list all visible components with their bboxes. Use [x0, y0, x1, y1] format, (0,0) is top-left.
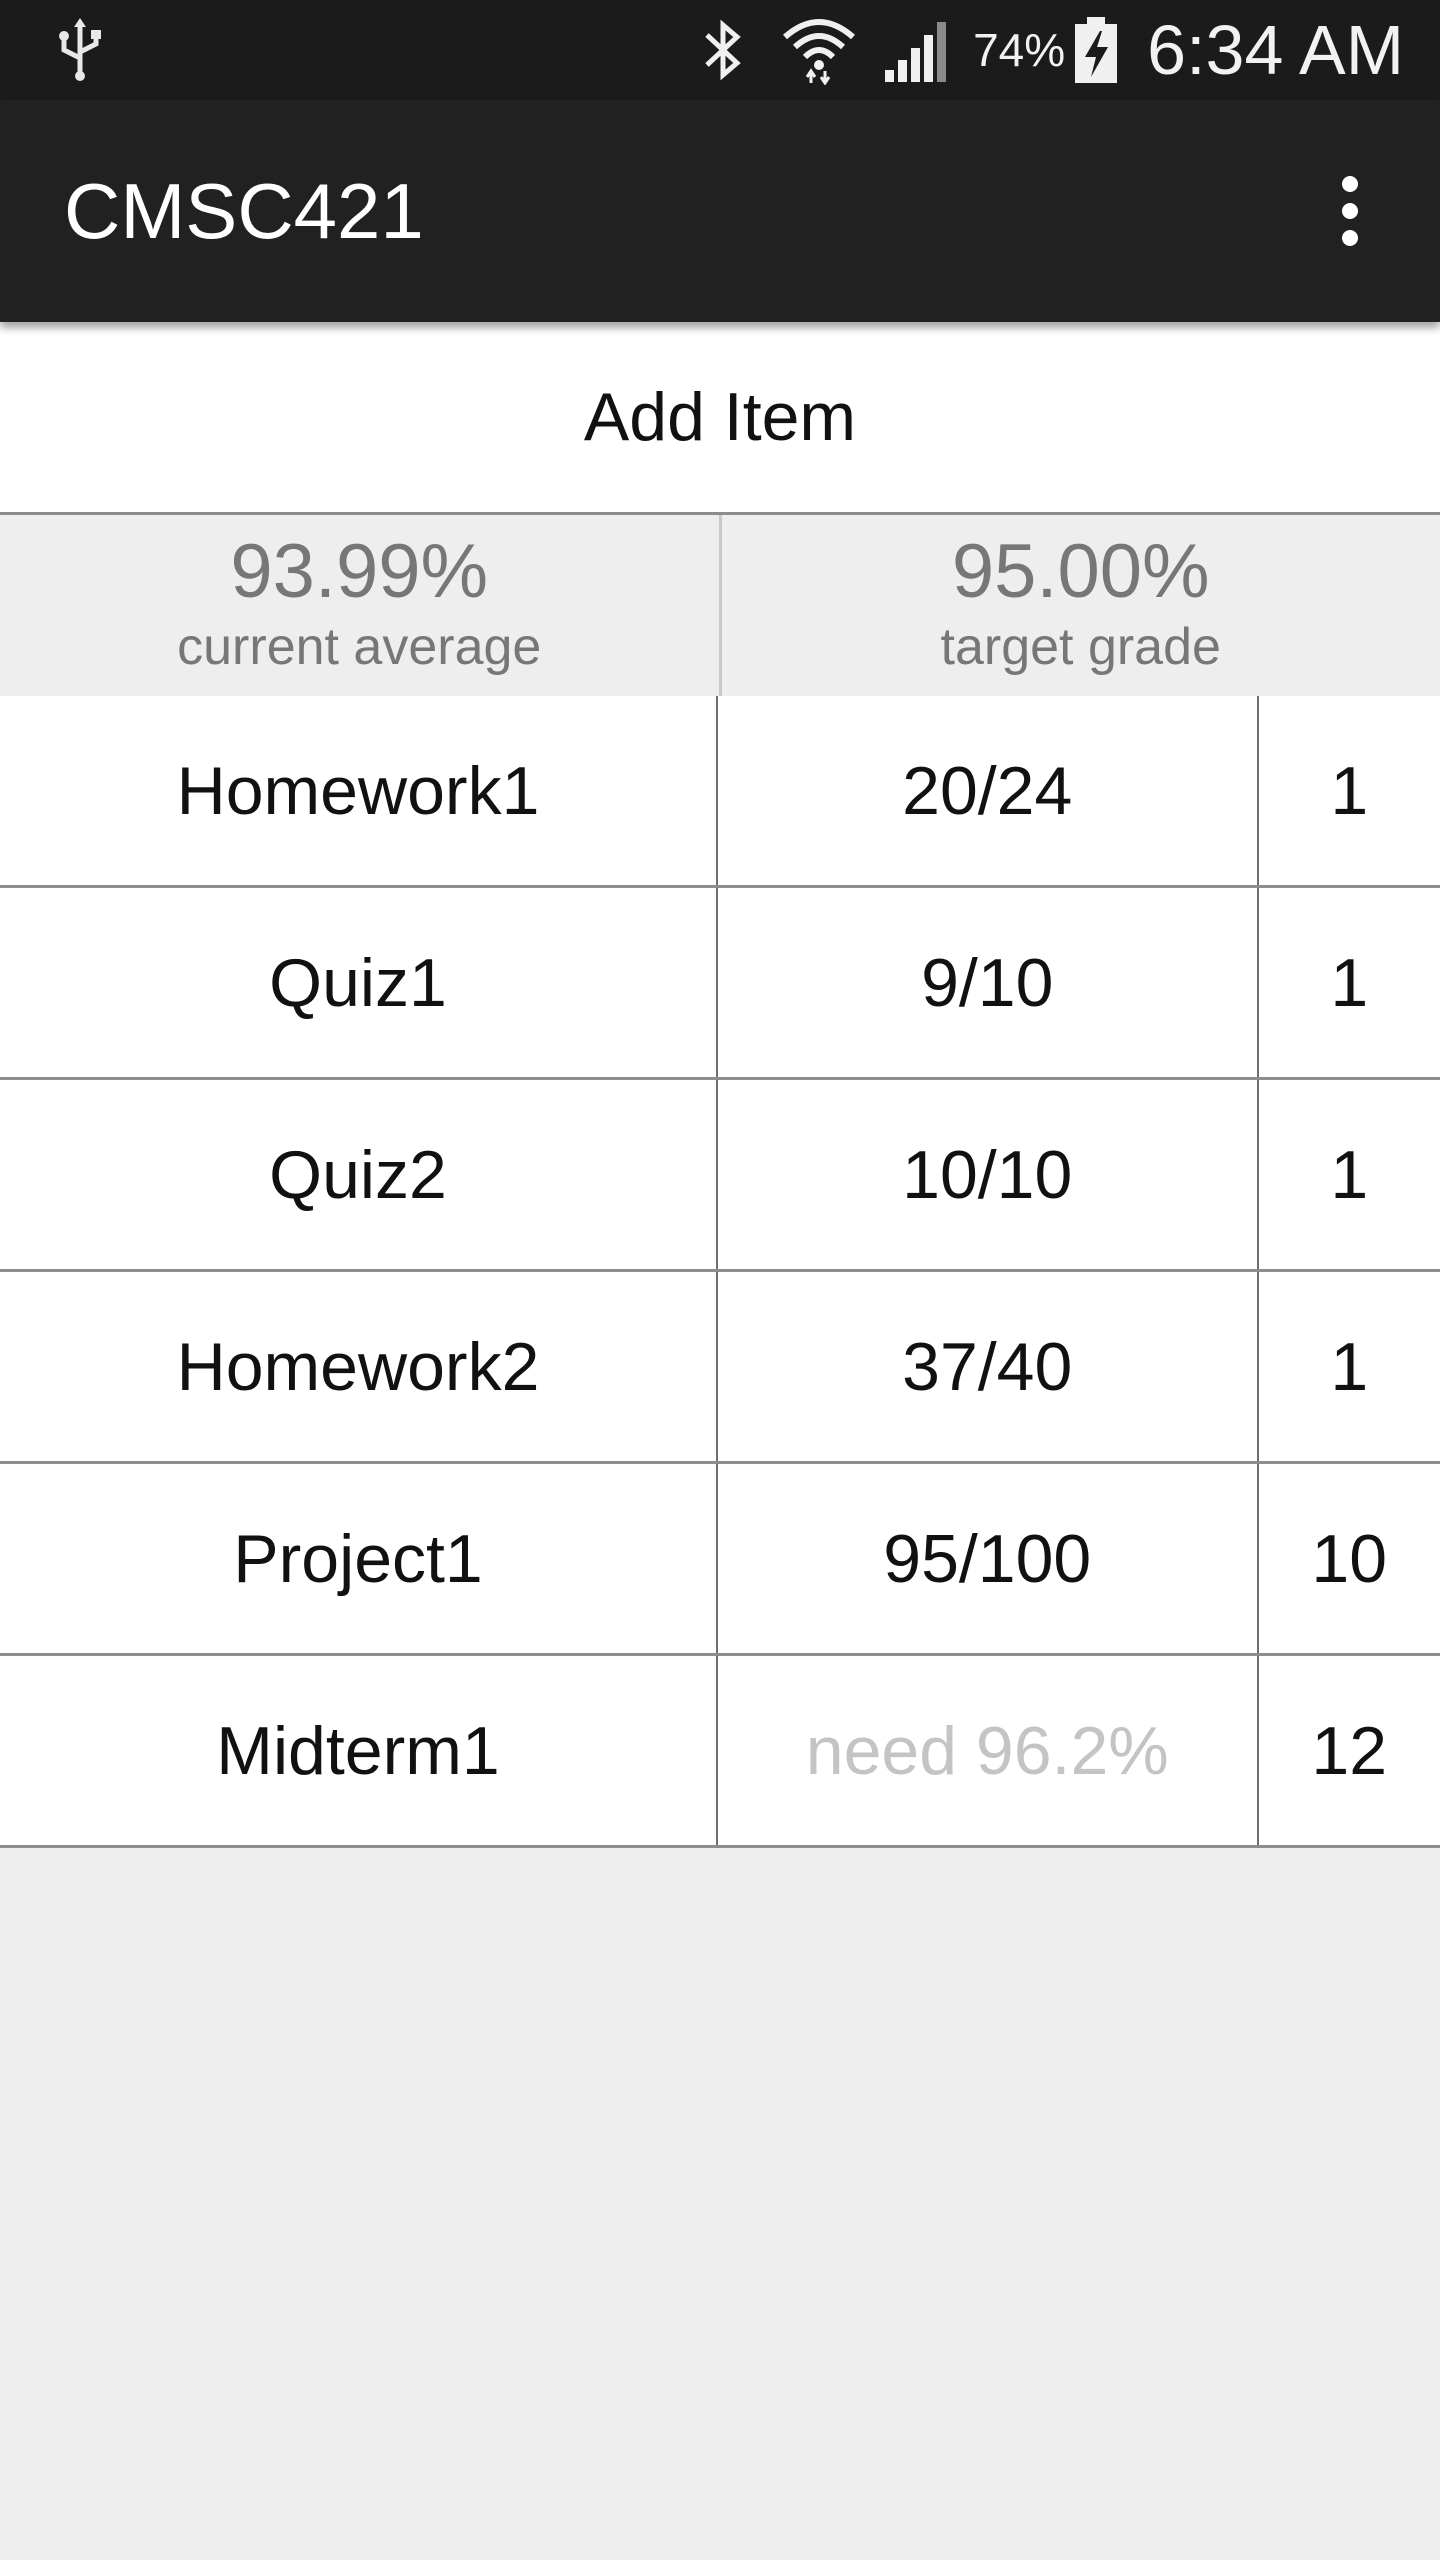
- grade-item-row[interactable]: Homework2 37/40 1: [0, 1272, 1440, 1464]
- target-grade[interactable]: 95.00% target grade: [718, 515, 1440, 696]
- grade-item-row[interactable]: Project1 95/100 10: [0, 1464, 1440, 1656]
- item-score[interactable]: 9/10: [716, 888, 1257, 1077]
- item-name: Midterm1: [216, 1712, 500, 1789]
- item-weight[interactable]: 1: [1256, 1272, 1440, 1461]
- current-average-value: 93.99%: [230, 528, 489, 614]
- item-weight[interactable]: 12: [1256, 1656, 1440, 1845]
- battery-charging-icon: [1075, 17, 1118, 83]
- grade-item-list: Homework1 20/24 1 Quiz1 9/10 1 Quiz2 10/…: [0, 696, 1440, 1848]
- item-name: Homework1: [176, 752, 540, 829]
- item-weight[interactable]: 1: [1256, 696, 1440, 885]
- add-item-button[interactable]: Add Item: [0, 322, 1440, 512]
- target-grade-value: 95.00%: [951, 528, 1210, 614]
- app-title: CMSC421: [64, 166, 424, 255]
- grade-item-row[interactable]: Quiz2 10/10 1: [0, 1080, 1440, 1272]
- item-name: Quiz2: [269, 1136, 447, 1213]
- bluetooth-icon: [705, 19, 741, 81]
- target-grade-label: target grade: [940, 617, 1221, 676]
- item-name: Project1: [233, 1520, 483, 1597]
- status-bar: 74% 6:34 AM: [0, 0, 1440, 100]
- more-vert-icon: [1342, 176, 1358, 246]
- item-weight[interactable]: 1: [1256, 1080, 1440, 1269]
- item-score-needed-hint[interactable]: need 96.2%: [716, 1656, 1257, 1845]
- item-score[interactable]: 95/100: [716, 1464, 1257, 1653]
- item-name: Quiz1: [269, 944, 447, 1021]
- overflow-menu-button[interactable]: [1300, 161, 1400, 261]
- item-weight[interactable]: 1: [1256, 888, 1440, 1077]
- item-score[interactable]: 37/40: [716, 1272, 1257, 1461]
- item-weight[interactable]: 10: [1256, 1464, 1440, 1653]
- item-score[interactable]: 10/10: [716, 1080, 1257, 1269]
- wifi-icon: [783, 19, 856, 85]
- signal-icon: [885, 22, 947, 82]
- usb-icon: [59, 18, 101, 81]
- current-average-label: current average: [177, 617, 542, 676]
- current-average: 93.99% current average: [0, 515, 719, 696]
- grade-item-row[interactable]: Homework1 20/24 1: [0, 696, 1440, 888]
- battery-percent: 74%: [973, 24, 1066, 76]
- grade-summary: 93.99% current average 95.00% target gra…: [0, 512, 1440, 696]
- clock: 6:34 AM: [1147, 11, 1404, 89]
- grade-item-row[interactable]: Midterm1 need 96.2% 12: [0, 1656, 1440, 1848]
- grade-item-row[interactable]: Quiz1 9/10 1: [0, 888, 1440, 1080]
- item-score[interactable]: 20/24: [716, 696, 1257, 885]
- app-bar: CMSC421: [0, 100, 1440, 322]
- item-name: Homework2: [176, 1328, 540, 1405]
